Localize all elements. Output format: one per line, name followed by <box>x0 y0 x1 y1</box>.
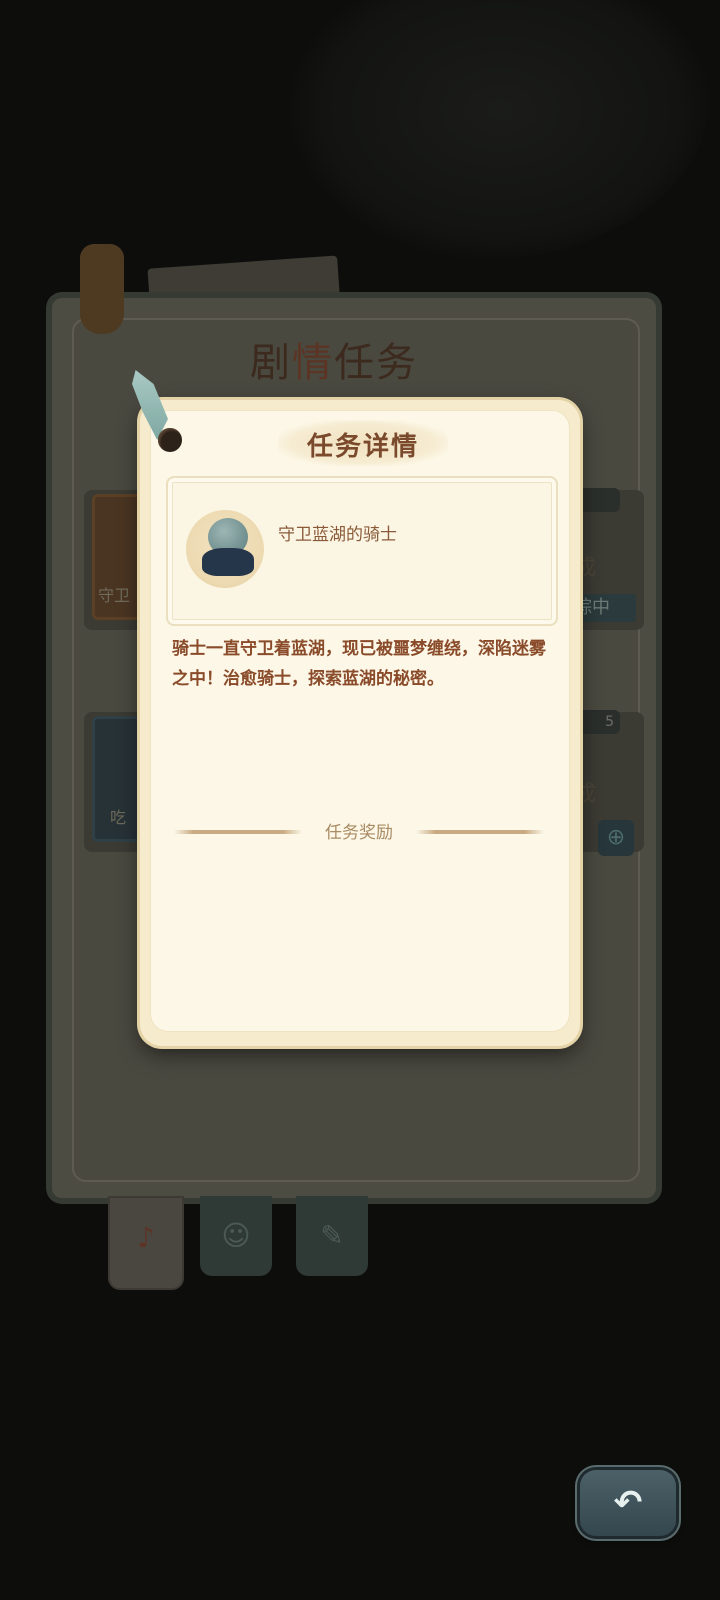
task-name: 守卫蓝湖的骑士 <box>278 525 397 545</box>
board-title-part1: 剧 <box>250 340 292 386</box>
tab-story-icon: ♪ <box>108 1196 184 1290</box>
background-task-label-2: 吃 <box>110 808 127 827</box>
board-title: 剧情任务 <box>250 330 418 388</box>
board-title-part3: 任务 <box>334 340 418 386</box>
tab-paw-icon: ☺ <box>200 1196 272 1276</box>
cat-clip-icon <box>80 244 124 334</box>
background-task-label-1: 守卫 <box>98 586 131 605</box>
reward-divider-left <box>174 830 302 834</box>
task-description: 骑士一直守卫着蓝湖，现已被噩梦缠绕，深陷迷雾之中！治愈骑士，探索蓝湖的秘密。 <box>172 639 546 689</box>
background-tree <box>290 0 710 260</box>
undo-arrow-icon[interactable]: ↶ <box>608 1478 648 1528</box>
target-icon: ⊕ <box>598 820 634 856</box>
reward-divider-right <box>416 830 544 834</box>
knight-body-icon <box>202 548 254 576</box>
board-title-part2: 情 <box>292 340 334 386</box>
background-tracking-button: 踪中 <box>574 594 636 622</box>
tab-notes-icon: ✎ <box>296 1196 368 1276</box>
reward-label: 任务奖励 <box>325 823 393 843</box>
modal-title: 任务详情 <box>306 432 419 462</box>
pin-icon <box>158 428 182 452</box>
